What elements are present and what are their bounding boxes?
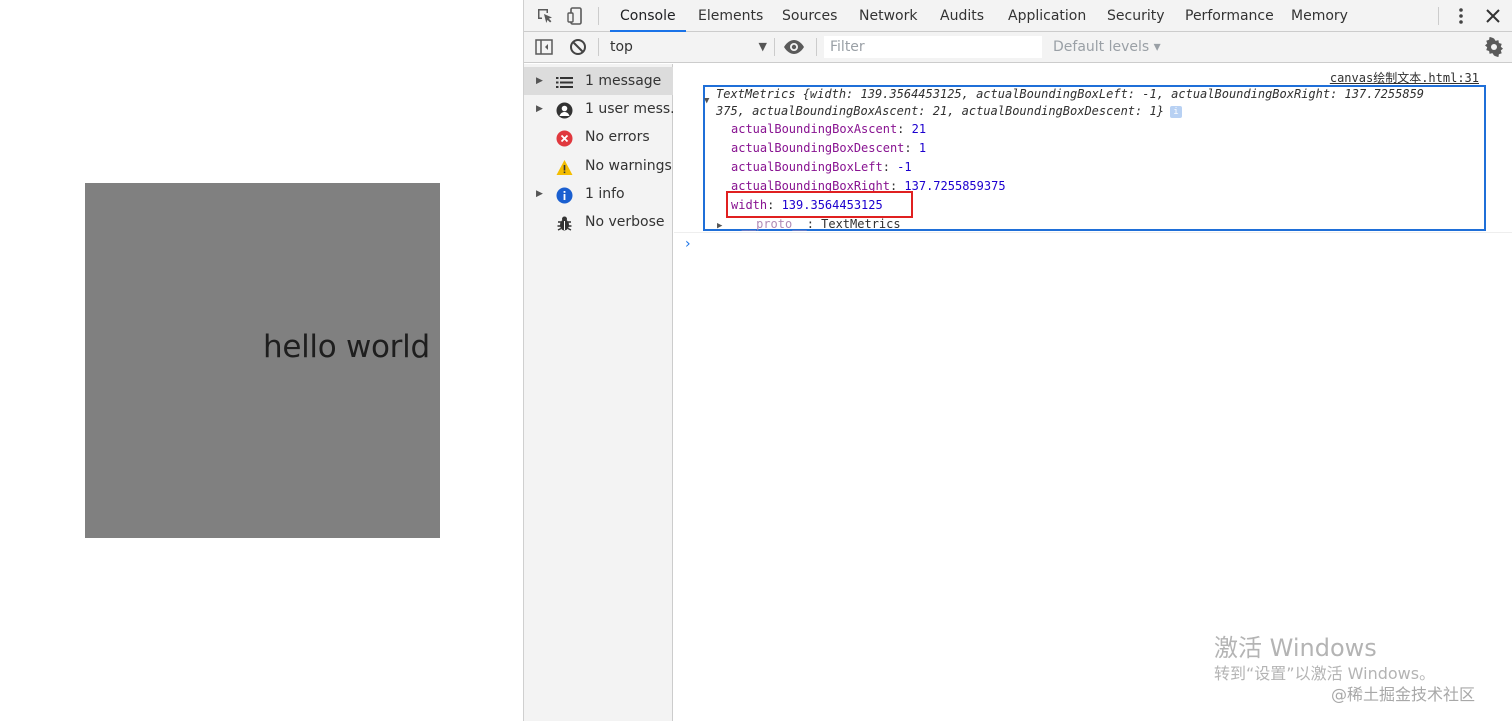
expand-arrow-icon[interactable]: ▶ xyxy=(717,221,722,231)
property-value: 137.7255859375 xyxy=(904,179,1006,193)
log-levels-dropdown[interactable]: Default levels ▾ xyxy=(1053,36,1161,58)
gear-icon[interactable] xyxy=(1484,36,1504,58)
warning-icon xyxy=(556,158,573,175)
sidebar-item-messages[interactable]: ▶ 1 message xyxy=(524,67,673,95)
expand-arrow-icon[interactable]: ▶ xyxy=(536,67,543,95)
live-expression-eye-icon[interactable] xyxy=(783,37,804,57)
tab-sources[interactable]: Sources xyxy=(782,0,837,32)
property-colon: : xyxy=(904,141,919,155)
log-message-highlight: ▼ TextMetrics {width: 139.3564453125, ac… xyxy=(703,85,1486,231)
proto-value: : TextMetrics xyxy=(806,217,901,231)
property-value: 21 xyxy=(911,122,927,136)
property-key: actualBoundingBoxDescent xyxy=(731,141,905,155)
toolbar-divider-3 xyxy=(816,38,817,56)
sidebar-item-label: 1 info xyxy=(585,186,625,202)
tab-application[interactable]: Application xyxy=(1008,0,1086,32)
dropdown-arrow-icon: ▼ xyxy=(758,40,767,53)
bug-icon xyxy=(556,214,573,231)
more-options-icon[interactable] xyxy=(1451,6,1471,26)
tab-security[interactable]: Security xyxy=(1107,0,1165,32)
console-prompt[interactable]: › xyxy=(685,236,691,252)
property-row: actualBoundingBoxAscent: 21 xyxy=(731,122,926,136)
console-toolbar: top ▼ Default levels ▾ xyxy=(524,32,1512,63)
user-icon xyxy=(556,101,573,119)
sidebar-item-label: No errors xyxy=(585,129,650,145)
property-row: actualBoundingBoxLeft: -1 xyxy=(731,160,912,174)
message-divider xyxy=(674,232,1512,233)
tab-audits[interactable]: Audits xyxy=(940,0,984,32)
source-credit: @稀土掘金技术社区 xyxy=(1331,685,1476,704)
width-highlight-box xyxy=(726,191,913,218)
sidebar-item-verbose[interactable]: No verbose xyxy=(524,208,673,236)
page-viewport: hello world xyxy=(0,0,523,721)
sidebar-item-label: 1 message xyxy=(585,73,662,89)
sidebar-item-info[interactable]: ▶ 1 info xyxy=(524,180,673,208)
sidebar-item-label: No verbose xyxy=(585,214,665,230)
close-icon[interactable] xyxy=(1483,6,1503,26)
console-output: canvas绘制文本.html:31 ▼ TextMetrics {width:… xyxy=(674,64,1512,721)
devtools-tabbar: Console Elements Sources Network Audits … xyxy=(524,0,1512,32)
canvas-text: hello world xyxy=(263,329,430,365)
tabbar-divider xyxy=(598,7,599,25)
property-row: actualBoundingBoxDescent: 1 xyxy=(731,141,926,155)
info-badge-icon[interactable]: i xyxy=(1169,105,1182,118)
property-key: actualBoundingBoxLeft xyxy=(731,160,883,174)
collapse-arrow-icon[interactable]: ▼ xyxy=(704,96,709,106)
object-preview-text: 375, actualBoundingBoxAscent: 21, actual… xyxy=(716,104,1164,118)
filter-input[interactable] xyxy=(824,36,1042,58)
context-select[interactable]: top ▼ xyxy=(606,35,769,59)
source-link[interactable]: canvas绘制文本.html:31 xyxy=(1330,69,1479,86)
devtools-panel: Console Elements Sources Network Audits … xyxy=(523,0,1512,721)
tab-network[interactable]: Network xyxy=(859,0,917,32)
toolbar-divider-2 xyxy=(774,38,775,56)
list-icon xyxy=(556,73,573,90)
sidebar-toggle-icon[interactable] xyxy=(534,37,554,57)
property-key: actualBoundingBoxAscent xyxy=(731,122,898,136)
property-value: 1 xyxy=(918,141,927,155)
proto-row[interactable]: ▶ __proto__: TextMetrics xyxy=(717,217,901,231)
info-icon xyxy=(556,186,573,204)
tab-elements[interactable]: Elements xyxy=(698,0,763,32)
sidebar-item-user-messages[interactable]: ▶ 1 user mess... xyxy=(524,95,673,123)
sidebar-item-errors[interactable]: No errors xyxy=(524,123,673,151)
inspect-element-icon[interactable] xyxy=(535,6,555,26)
tabbar-divider-right xyxy=(1438,7,1439,25)
tab-performance[interactable]: Performance xyxy=(1185,0,1274,32)
device-toolbar-icon[interactable] xyxy=(566,6,586,26)
tab-memory[interactable]: Memory xyxy=(1291,0,1348,32)
proto-key: __proto__ xyxy=(741,217,807,231)
sidebar-item-label: No warnings xyxy=(585,158,672,174)
context-value: top xyxy=(610,39,633,55)
property-colon: : xyxy=(882,160,898,174)
expand-arrow-icon[interactable]: ▶ xyxy=(536,95,543,123)
tab-console[interactable]: Console xyxy=(610,0,686,32)
property-colon: : xyxy=(897,122,912,136)
error-icon xyxy=(556,129,573,147)
property-value: -1 xyxy=(897,160,912,174)
clear-console-icon[interactable] xyxy=(568,37,588,57)
sidebar-item-label: 1 user mess... xyxy=(585,101,673,117)
object-preview-line-1[interactable]: TextMetrics {width: 139.3564453125, actu… xyxy=(716,87,1424,101)
console-sidebar: ▶ 1 message ▶ 1 user mess... No errors N… xyxy=(524,64,673,721)
toolbar-divider xyxy=(598,38,599,56)
sidebar-item-warnings[interactable]: No warnings xyxy=(524,152,673,180)
windows-activation-title: 激活 Windows xyxy=(1214,634,1377,662)
expand-arrow-icon[interactable]: ▶ xyxy=(536,180,543,208)
object-preview-line-2[interactable]: 375, actualBoundingBoxAscent: 21, actual… xyxy=(716,104,1182,118)
canvas: hello world xyxy=(85,183,440,538)
